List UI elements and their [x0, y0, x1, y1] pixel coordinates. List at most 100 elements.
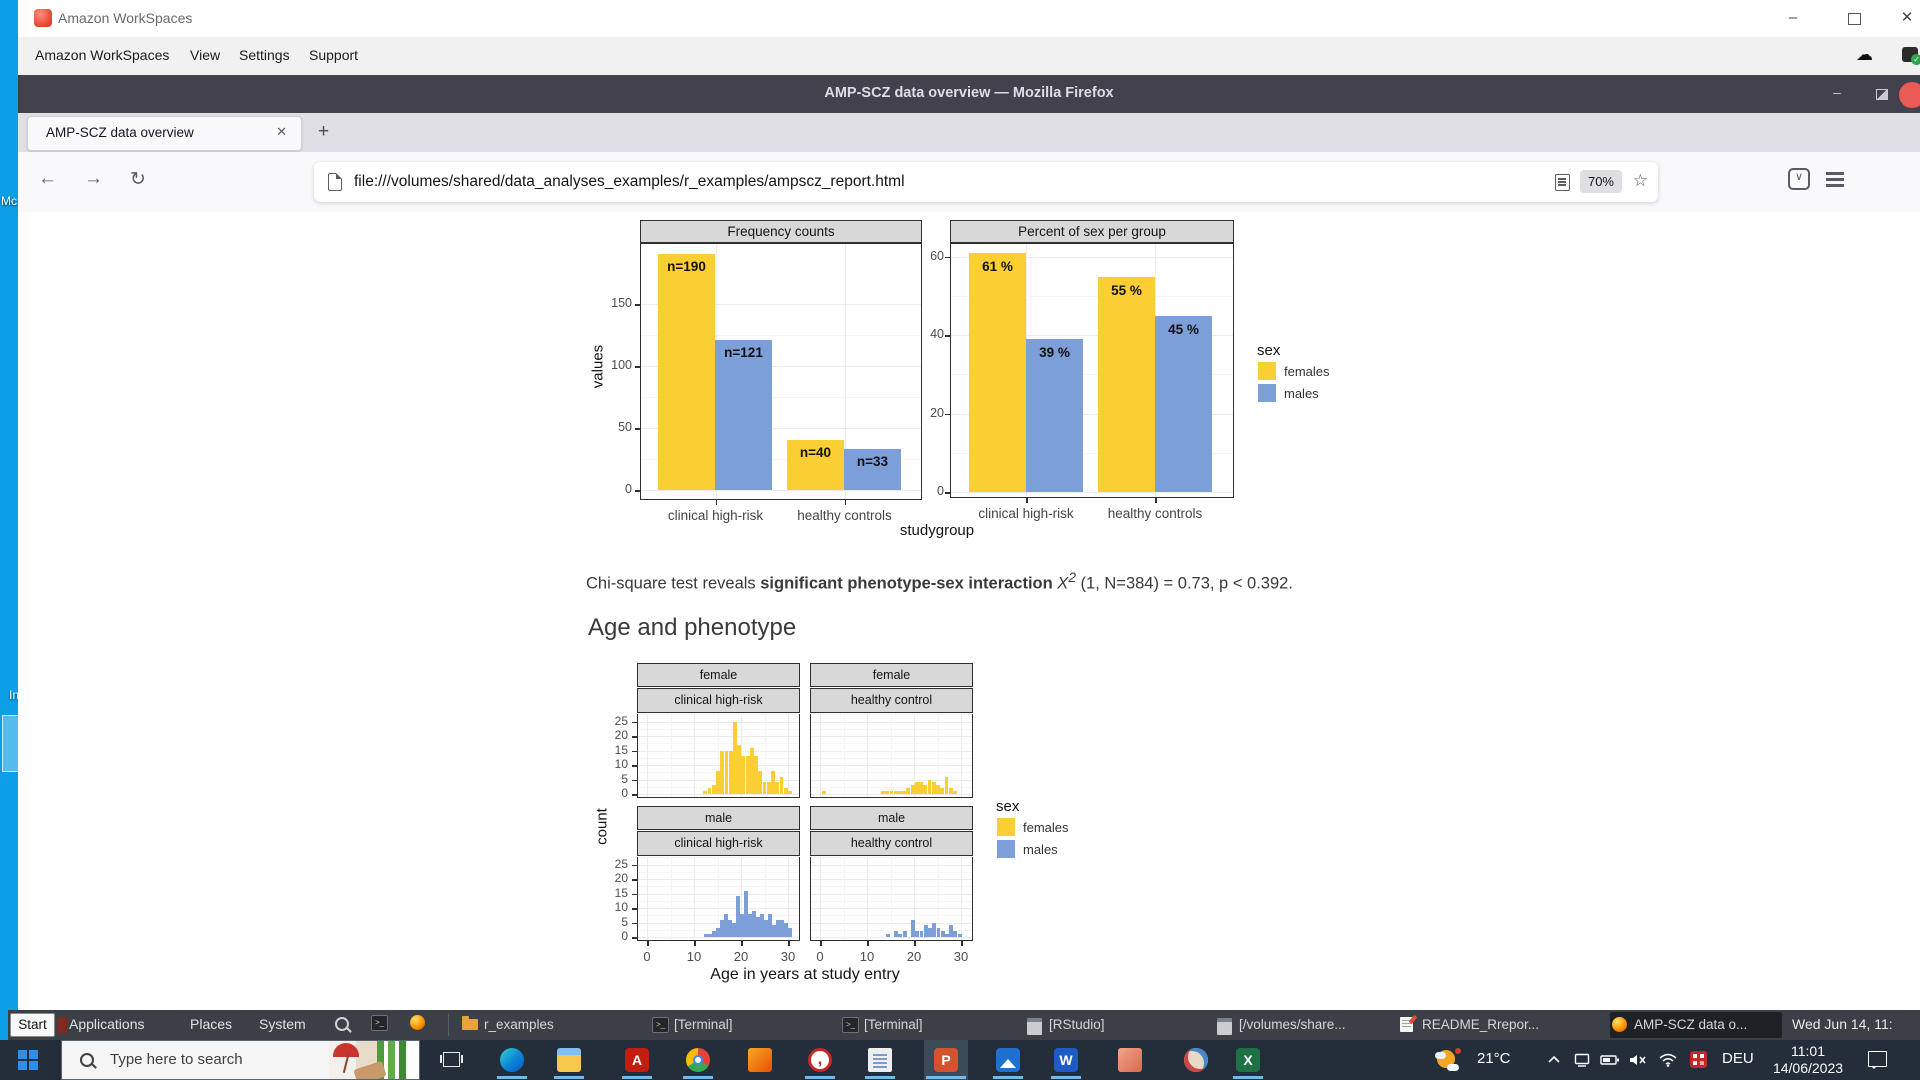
taskbar-app-origin[interactable]: ,: [798, 1040, 842, 1080]
taskbar-app-3d-viewer[interactable]: [1108, 1040, 1152, 1080]
chart-title: Percent of sex per group: [951, 224, 1233, 239]
legend-swatch-females: [997, 818, 1015, 836]
search-icon[interactable]: [335, 1017, 349, 1031]
section-heading: Age and phenotype: [588, 614, 796, 642]
window-button-readme-rrepor-[interactable]: README_Rrepor...: [1398, 1012, 1593, 1038]
y-tick-mark: [632, 894, 637, 896]
facet-strip: Frequency counts: [640, 220, 922, 243]
weather-icon[interactable]: [1435, 1048, 1461, 1072]
taskbar-app-chrome[interactable]: [676, 1040, 720, 1080]
bar-value-label: n=190: [648, 259, 725, 274]
window-button-amp-scz-data-o-[interactable]: AMP-SCZ data o...: [1610, 1012, 1782, 1038]
search-highlight-image[interactable]: [329, 1041, 419, 1079]
terminal-launcher-icon[interactable]: >_: [371, 1015, 388, 1031]
running-indicator: [805, 1076, 835, 1079]
start-button[interactable]: Start: [10, 1013, 55, 1037]
clock-date: 14/06/2023: [1762, 1060, 1854, 1077]
menu-applications[interactable]: Applications: [69, 1016, 145, 1032]
running-indicator: [622, 1076, 652, 1079]
window-button--terminal-[interactable]: >_[Terminal]: [840, 1012, 968, 1038]
notification-badge-icon[interactable]: [1690, 1051, 1707, 1068]
y-tick-mark: [632, 937, 637, 939]
gridline-minor: [811, 743, 972, 744]
gridline-vertical: [647, 715, 648, 797]
action-center-icon[interactable]: [1868, 1051, 1887, 1067]
window-button-label: README_Rrepor...: [1422, 1017, 1539, 1032]
x-tick-mark: [716, 500, 718, 505]
window-button-r-examples[interactable]: r_examples: [460, 1012, 605, 1038]
menu-system[interactable]: System: [259, 1016, 306, 1032]
facet-strip-group: healthy control: [810, 831, 973, 856]
x-tick-mark: [961, 941, 963, 946]
facet-strip-sex: male: [637, 806, 800, 830]
gridline-minor: [638, 901, 799, 902]
3d-viewer-icon: [1118, 1048, 1142, 1072]
gridline-minor-vertical: [891, 858, 892, 940]
taskbar-app-file-explorer[interactable]: [547, 1040, 591, 1080]
taskbar-clock[interactable]: Wed Jun 14, 11:: [1792, 1016, 1920, 1032]
window-button-label: [Terminal]: [674, 1017, 733, 1032]
wifi-icon[interactable]: [1658, 1052, 1678, 1068]
x-tick-mark: [867, 941, 869, 946]
y-tick-label: 20: [598, 728, 628, 742]
taskbar-app-edge[interactable]: [490, 1040, 534, 1080]
taskbar-app-photos[interactable]: [986, 1040, 1030, 1080]
task-view-icon[interactable]: [443, 1052, 460, 1067]
gridline-minor-vertical: [671, 715, 672, 797]
bar-males: [1026, 339, 1083, 492]
y-tick-label: 10: [598, 900, 628, 914]
taskbar-app-notepad[interactable]: [858, 1040, 902, 1080]
legend-swatch-males: [1258, 384, 1276, 402]
hist-bar-females: [953, 791, 957, 794]
speaker-muted-icon[interactable]: [1628, 1052, 1648, 1068]
window-icon: [1027, 1018, 1042, 1035]
taskbar-app-powerpoint[interactable]: P: [924, 1040, 968, 1080]
gridline-major: [638, 751, 799, 752]
terminal-icon: >_: [842, 1017, 859, 1033]
x-category-label: clinical high-risk: [951, 506, 1101, 521]
taskbar-app-matlab[interactable]: [738, 1040, 782, 1080]
gridline-major: [811, 879, 972, 880]
gridline-major: [811, 923, 972, 924]
taskbar-app-word[interactable]: W: [1044, 1040, 1088, 1080]
y-axis-title rot: count: [594, 777, 611, 877]
facet-strip-label: male: [638, 811, 799, 825]
gridline-major: [638, 894, 799, 895]
gridline-minor: [811, 915, 972, 916]
menu-places[interactable]: Places: [190, 1016, 232, 1032]
bar-value-label: 45 %: [1145, 322, 1222, 337]
gridline-vertical: [867, 715, 868, 797]
gridline-vertical: [647, 858, 648, 940]
temperature-text[interactable]: 21°C: [1477, 1050, 1511, 1067]
gridline-minor: [811, 772, 972, 773]
gridline-major: [811, 794, 972, 795]
windows-clock[interactable]: 11:01 14/06/2023: [1762, 1043, 1854, 1077]
x-category-label: healthy controls: [1080, 506, 1230, 521]
taskbar-app-acrobat[interactable]: A: [615, 1040, 659, 1080]
gridline-minor: [638, 886, 799, 887]
gridline-major: [638, 865, 799, 866]
gridline-minor-vertical: [891, 715, 892, 797]
window-button--volumes-share-[interactable]: [/volumes/share...: [1215, 1012, 1400, 1038]
battery-icon[interactable]: [1600, 1052, 1620, 1068]
keyboard-language[interactable]: DEU: [1722, 1050, 1754, 1067]
taskbar-app-paint[interactable]: [1174, 1040, 1218, 1080]
facet-strip-label: male: [811, 811, 972, 825]
legend-label: males: [1284, 386, 1319, 401]
facet-strip: Percent of sex per group: [950, 220, 1234, 243]
window-button--terminal-[interactable]: >_[Terminal]: [650, 1012, 782, 1038]
y-tick-label: 15: [598, 743, 628, 757]
firefox-launcher-icon[interactable]: [410, 1015, 425, 1030]
tray-chevron-up-icon[interactable]: [1546, 1052, 1562, 1068]
linux-taskbar: Start Applications Places System >_ Wed …: [8, 1010, 1920, 1040]
cast-screen-icon[interactable]: [1574, 1052, 1592, 1068]
charts-layer: Chi-square test reveals significant phen…: [0, 0, 1920, 1080]
legend-label: females: [1284, 364, 1330, 379]
running-indicator: [865, 1076, 895, 1079]
windows-search-box[interactable]: Type here to search: [61, 1040, 420, 1080]
taskbar-app-excel[interactable]: X: [1226, 1040, 1270, 1080]
window-button--rstudio-[interactable]: [RStudio]: [1025, 1012, 1147, 1038]
windows-start-icon[interactable]: [18, 1050, 38, 1070]
gridline-major: [638, 937, 799, 938]
gridline-major: [811, 908, 972, 909]
